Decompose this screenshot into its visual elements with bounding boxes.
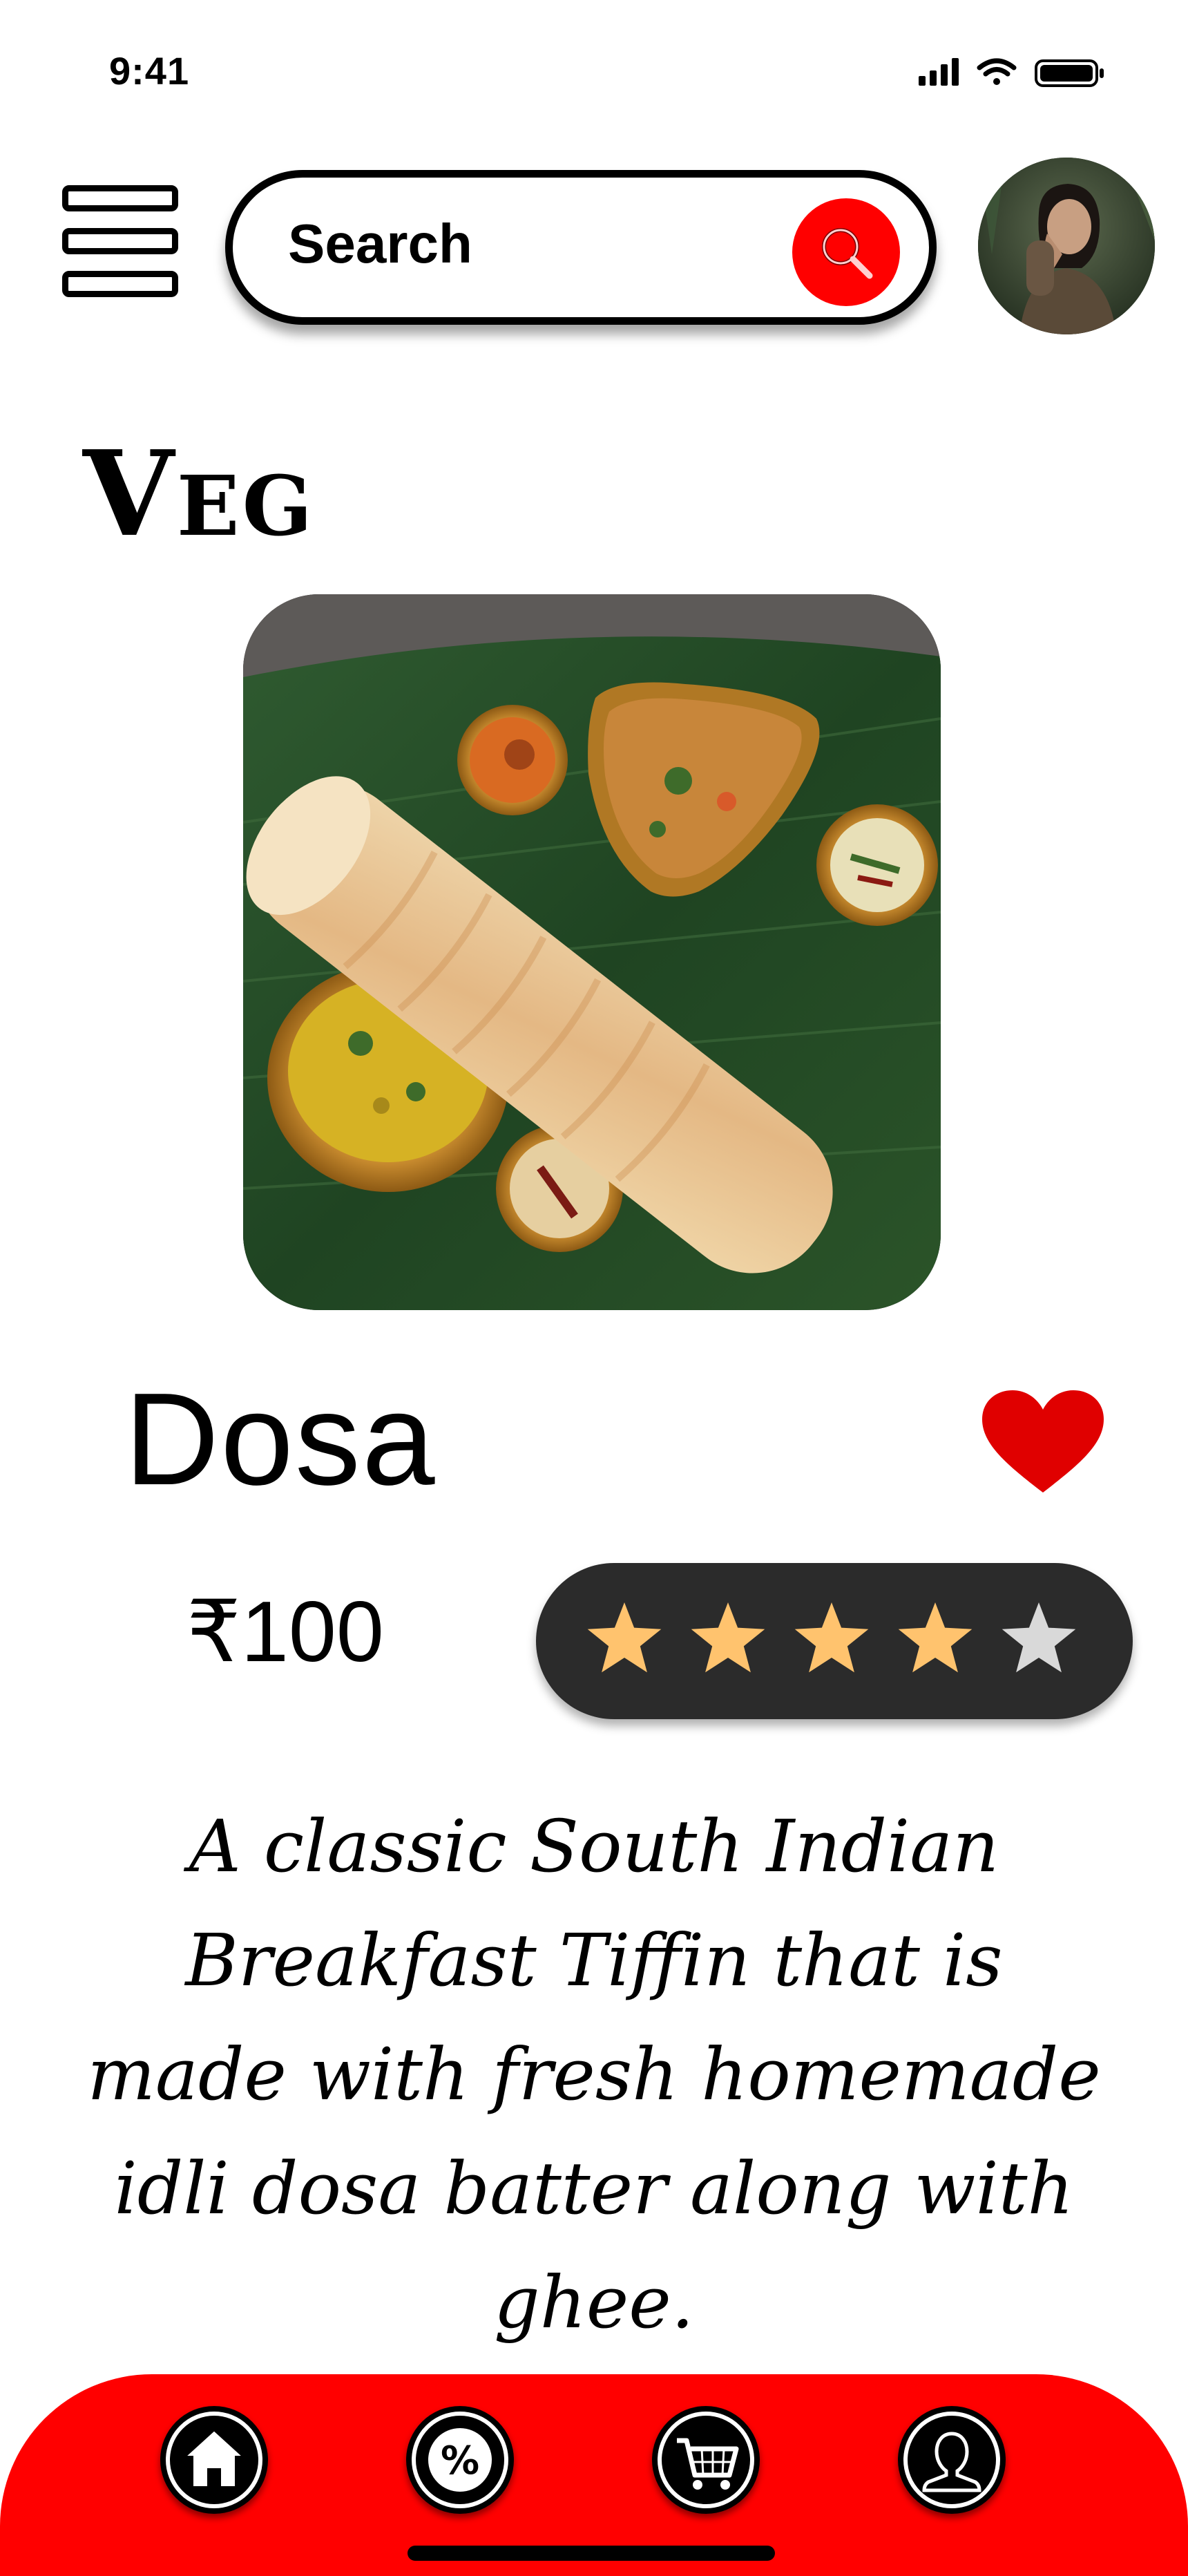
search-button[interactable] (792, 198, 900, 306)
nav-profile-button[interactable] (898, 2406, 1006, 2514)
status-time: 9:41 (109, 49, 190, 93)
item-name: Dosa (124, 1366, 437, 1513)
star-filled-icon (794, 1602, 869, 1673)
svg-text:%: % (441, 2438, 479, 2483)
avatar[interactable] (978, 158, 1155, 334)
menu-icon (62, 185, 178, 211)
nav-cart-button[interactable] (652, 2406, 760, 2514)
menu-icon-bar (62, 271, 178, 297)
heart-icon (982, 1390, 1104, 1493)
category-title: Veg (83, 425, 316, 563)
search-input[interactable]: Search (288, 212, 472, 276)
star-empty-icon (1002, 1602, 1076, 1673)
nav-home-button[interactable] (160, 2406, 268, 2514)
cart-icon (677, 2438, 739, 2490)
menu-icon-bar (62, 228, 178, 254)
profile-icon (922, 2432, 981, 2492)
status-icons (919, 55, 1112, 90)
dosa-image (243, 594, 941, 1310)
home-indicator[interactable] (408, 2546, 775, 2561)
star-filled-icon (587, 1602, 662, 1673)
discount-icon: % (428, 2428, 492, 2492)
item-price: ₹100 (186, 1584, 384, 1680)
search-bar[interactable]: Search (225, 170, 937, 325)
star-rating (587, 1602, 1076, 1673)
star-filled-icon (691, 1602, 765, 1673)
rating-stars (536, 1563, 1133, 1719)
favorite-button[interactable] (979, 1389, 1106, 1498)
cellular-signal-icon (919, 58, 959, 86)
avatar-photo (978, 158, 1155, 334)
menu-button[interactable] (59, 185, 185, 308)
wifi-icon (977, 58, 1017, 85)
battery-icon (1035, 59, 1104, 87)
nav-offers-button[interactable]: % (406, 2406, 514, 2514)
item-description: A classic South Indian Breakfast Tiffin … (87, 1804, 1101, 2345)
search-icon (822, 228, 873, 279)
home-icon (180, 2427, 249, 2489)
star-filled-icon (898, 1602, 973, 1673)
